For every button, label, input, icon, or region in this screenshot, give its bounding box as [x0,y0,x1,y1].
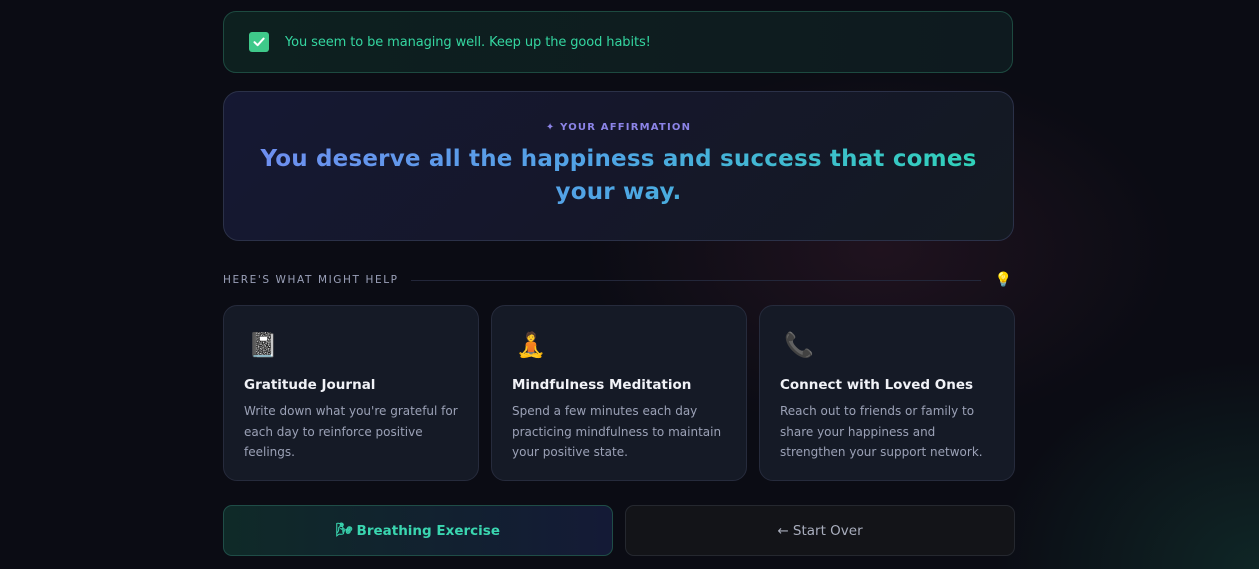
lightbulb-icon: 💡 [994,272,1012,288]
affirmation-label: ✦ YOUR AFFIRMATION [545,122,692,133]
check-icon [249,32,269,52]
breathing-exercise-label: Breathing Exercise [356,522,500,539]
card-description: Write down what you're grateful for each… [244,404,458,459]
suggestion-card-mindfulness-meditation[interactable]: 🧘 Mindfulness Meditation Spend a few min… [491,305,747,481]
help-section-title: HERE'S WHAT MIGHT HELP [223,274,399,286]
card-title: Mindfulness Meditation [512,377,692,393]
card-title: Connect with Loved Ones [780,377,974,393]
affirmation-text: You deserve all the happiness and succes… [249,143,989,209]
card-description: Spend a few minutes each day practicing … [512,404,722,459]
breathing-exercise-button[interactable]: 🌬 Breathing Exercise [223,505,613,556]
journal-icon: 📓 [248,331,278,359]
start-over-label: ← Start Over [777,522,863,539]
status-banner: You seem to be managing well. Keep up th… [223,11,1013,73]
help-section-header: HERE'S WHAT MIGHT HELP 💡 [223,271,1014,289]
wind-icon: 🌬 [336,523,353,538]
start-over-button[interactable]: ← Start Over [625,505,1015,556]
phone-icon: 📞 [784,331,814,359]
suggestion-card-connect-loved-ones[interactable]: 📞 Connect with Loved Ones Reach out to f… [759,305,1015,481]
meditation-icon: 🧘 [516,331,546,359]
status-message: You seem to be managing well. Keep up th… [285,34,651,50]
divider [410,279,981,281]
affirmation-card: ✦ YOUR AFFIRMATION You deserve all the h… [223,91,1014,241]
suggestion-card-gratitude-journal[interactable]: 📓 Gratitude Journal Write down what you'… [223,305,479,481]
card-title: Gratitude Journal [244,377,376,393]
card-description: Reach out to friends or family to share … [780,404,983,459]
